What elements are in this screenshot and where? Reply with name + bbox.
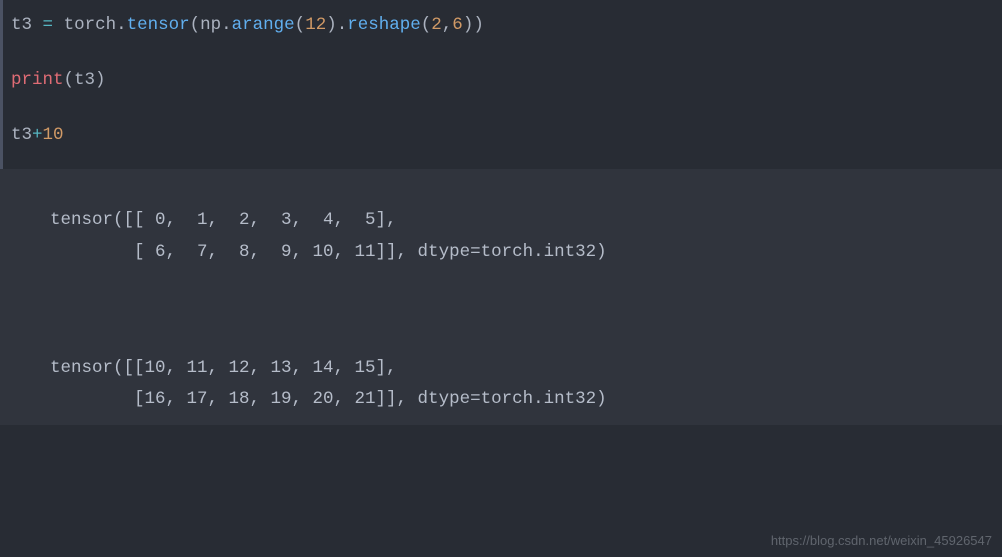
token-paren: ) — [95, 70, 106, 90]
token-function: tensor — [127, 15, 190, 35]
code-input-cell: t3 = torch.tensor(np.arange(12).reshape(… — [0, 0, 1002, 169]
token-paren: ( — [421, 15, 432, 35]
output-gap — [50, 268, 982, 353]
token-variable: t3 — [74, 70, 95, 90]
code-line-3: t3+10 — [11, 120, 982, 151]
token-paren: ( — [295, 15, 306, 35]
token-number: 6 — [452, 15, 463, 35]
watermark-text: https://blog.csdn.net/weixin_45926547 — [771, 531, 992, 551]
output-cell: tensor([[ 0, 1, 2, 3, 4, 5], [ 6, 7, 8, … — [0, 169, 1002, 425]
token-variable: t3 — [11, 15, 32, 35]
token-dot: . — [337, 15, 348, 35]
token-function: reshape — [347, 15, 421, 35]
blank-line — [11, 41, 982, 65]
output-tensor-1-line-2: [ 6, 7, 8, 9, 10, 11]], dtype=torch.int3… — [50, 237, 982, 268]
token-operator: + — [32, 125, 43, 145]
token-variable: t3 — [11, 125, 32, 145]
token-dot: . — [221, 15, 232, 35]
token-paren: ( — [64, 70, 75, 90]
code-line-1: t3 = torch.tensor(np.arange(12).reshape(… — [11, 10, 982, 41]
token-module: torch — [64, 15, 117, 35]
output-tensor-2-line-2: [16, 17, 18, 19, 20, 21]], dtype=torch.i… — [50, 384, 982, 415]
token-function: arange — [232, 15, 295, 35]
token-number: 12 — [305, 15, 326, 35]
token-builtin: print — [11, 70, 64, 90]
token-paren: ) — [463, 15, 474, 35]
token-number: 2 — [431, 15, 442, 35]
token-paren: ( — [190, 15, 201, 35]
token-comma: , — [442, 15, 453, 35]
output-tensor-1-line-1: tensor([[ 0, 1, 2, 3, 4, 5], — [50, 205, 982, 236]
token-number: 10 — [43, 125, 64, 145]
code-line-2: print(t3) — [11, 65, 982, 96]
token-space — [53, 15, 64, 35]
token-operator: = — [43, 15, 54, 35]
token-module: np — [200, 15, 221, 35]
token-space — [32, 15, 43, 35]
blank-line — [11, 96, 982, 120]
output-tensor-2-line-1: tensor([[10, 11, 12, 13, 14, 15], — [50, 353, 982, 384]
token-dot: . — [116, 15, 127, 35]
token-paren: ) — [326, 15, 337, 35]
token-paren: ) — [473, 15, 484, 35]
